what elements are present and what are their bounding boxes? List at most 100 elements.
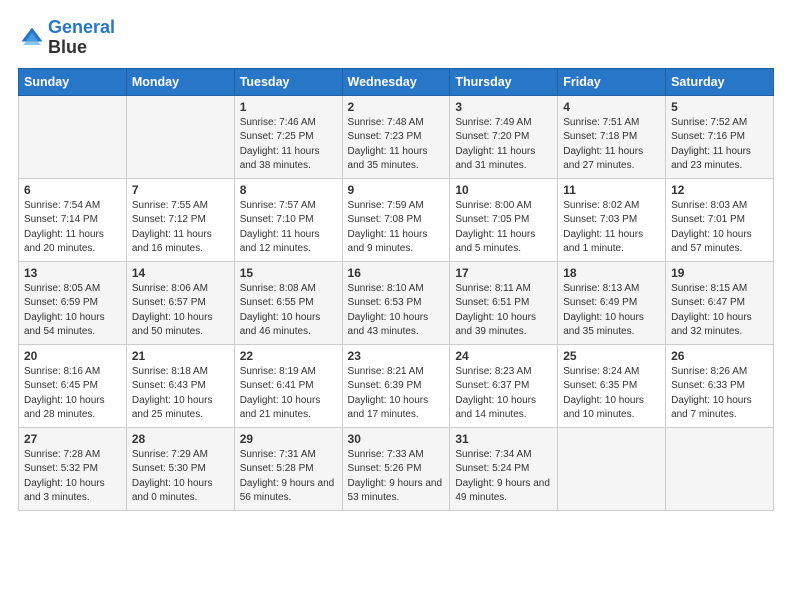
day-header-sunday: Sunday: [19, 68, 127, 95]
day-number: 5: [671, 100, 768, 114]
day-info: Sunrise: 8:16 AMSunset: 6:45 PMDaylight:…: [24, 365, 121, 423]
day-cell: 2Sunrise: 7:48 AMSunset: 7:23 PMDaylight…: [342, 95, 450, 178]
day-info: Sunrise: 8:02 AMSunset: 7:03 PMDaylight:…: [563, 199, 660, 257]
day-number: 12: [671, 183, 768, 197]
logo-blue: Blue: [48, 38, 115, 58]
day-number: 24: [455, 349, 552, 363]
day-cell: 11 Sunrise: 8:02 AMSunset: 7:03 PMDayligh…: [558, 178, 666, 261]
day-number: 19: [671, 266, 768, 280]
day-number: 17: [455, 266, 552, 280]
day-cell: [126, 95, 234, 178]
day-number: 2: [348, 100, 445, 114]
day-info: Sunrise: 8:18 AMSunset: 6:43 PMDaylight:…: [132, 365, 229, 423]
calendar-table: SundayMondayTuesdayWednesdayThursdayFrid…: [18, 68, 774, 511]
day-info: Sunrise: 8:06 AMSunset: 6:57 PMDaylight:…: [132, 282, 229, 340]
day-cell: 26 Sunrise: 8:26 AMSunset: 6:33 PMDayligh…: [666, 344, 774, 427]
day-number: 14: [132, 266, 229, 280]
week-row-2: 6 Sunrise: 7:54 AMSunset: 7:14 PMDaylight…: [19, 178, 774, 261]
logo-general: General: [48, 17, 115, 37]
day-cell: 13 Sunrise: 8:05 AMSunset: 6:59 PMDayligh…: [19, 261, 127, 344]
day-number: 4: [563, 100, 660, 114]
day-cell: 7 Sunrise: 7:55 AMSunset: 7:12 PMDaylight…: [126, 178, 234, 261]
day-info: Sunrise: 8:05 AMSunset: 6:59 PMDaylight:…: [24, 282, 121, 340]
day-cell: 23Sunrise: 8:21 AMSunset: 6:39 PMDayligh…: [342, 344, 450, 427]
day-number: 8: [240, 183, 337, 197]
header: General Blue: [18, 18, 774, 58]
day-info: Sunrise: 8:00 AMSunset: 7:05 PMDaylight:…: [455, 199, 552, 257]
day-info: Sunrise: 7:51 AMSunset: 7:18 PMDaylight:…: [563, 116, 660, 174]
day-number: 18: [563, 266, 660, 280]
day-cell: 14 Sunrise: 8:06 AMSunset: 6:57 PMDayligh…: [126, 261, 234, 344]
day-cell: 17 Sunrise: 8:11 AMSunset: 6:51 PMDayligh…: [450, 261, 558, 344]
day-info: Sunrise: 8:10 AMSunset: 6:53 PMDaylight:…: [348, 282, 445, 340]
day-cell: 8Sunrise: 7:57 AMSunset: 7:10 PMDaylight…: [234, 178, 342, 261]
day-number: 7: [132, 183, 229, 197]
day-info: Sunrise: 8:26 AMSunset: 6:33 PMDaylight:…: [671, 365, 768, 423]
day-number: 31: [455, 432, 552, 446]
day-info: Sunrise: 7:49 AMSunset: 7:20 PMDaylight:…: [455, 116, 552, 174]
day-info: Sunrise: 7:59 AMSunset: 7:08 PMDaylight:…: [348, 199, 445, 257]
day-info: Sunrise: 7:54 AMSunset: 7:14 PMDaylight:…: [24, 199, 121, 257]
day-info: Sunrise: 7:55 AMSunset: 7:12 PMDaylight:…: [132, 199, 229, 257]
day-number: 9: [348, 183, 445, 197]
day-number: 26: [671, 349, 768, 363]
day-info: Sunrise: 8:15 AMSunset: 6:47 PMDaylight:…: [671, 282, 768, 340]
day-number: 16: [348, 266, 445, 280]
day-cell: 19 Sunrise: 8:15 AMSunset: 6:47 PMDayligh…: [666, 261, 774, 344]
day-info: Sunrise: 8:08 AMSunset: 6:55 PMDaylight:…: [240, 282, 337, 340]
day-info: Sunrise: 8:03 AMSunset: 7:01 PMDaylight:…: [671, 199, 768, 257]
day-number: 13: [24, 266, 121, 280]
day-cell: 21Sunrise: 8:18 AMSunset: 6:43 PMDayligh…: [126, 344, 234, 427]
day-cell: 29Sunrise: 7:31 AMSunset: 5:28 PMDayligh…: [234, 427, 342, 510]
day-info: Sunrise: 8:24 AMSunset: 6:35 PMDaylight:…: [563, 365, 660, 423]
day-cell: 22Sunrise: 8:19 AMSunset: 6:41 PMDayligh…: [234, 344, 342, 427]
day-info: Sunrise: 7:33 AMSunset: 5:26 PMDaylight:…: [348, 448, 445, 506]
day-cell: 16 Sunrise: 8:10 AMSunset: 6:53 PMDayligh…: [342, 261, 450, 344]
logo-text: General Blue: [48, 18, 115, 58]
day-number: 22: [240, 349, 337, 363]
week-row-5: 27 Sunrise: 7:28 AMSunset: 5:32 PMDayligh…: [19, 427, 774, 510]
day-number: 27: [24, 432, 121, 446]
day-cell: 20 Sunrise: 8:16 AMSunset: 6:45 PMDayligh…: [19, 344, 127, 427]
day-header-friday: Friday: [558, 68, 666, 95]
day-cell: 31 Sunrise: 7:34 AMSunset: 5:24 PMDayligh…: [450, 427, 558, 510]
day-number: 20: [24, 349, 121, 363]
day-cell: 3 Sunrise: 7:49 AMSunset: 7:20 PMDaylight…: [450, 95, 558, 178]
day-number: 1: [240, 100, 337, 114]
day-number: 3: [455, 100, 552, 114]
day-cell: 10Sunrise: 8:00 AMSunset: 7:05 PMDayligh…: [450, 178, 558, 261]
day-cell: [558, 427, 666, 510]
day-number: 25: [563, 349, 660, 363]
week-row-4: 20 Sunrise: 8:16 AMSunset: 6:45 PMDayligh…: [19, 344, 774, 427]
day-number: 23: [348, 349, 445, 363]
day-cell: [666, 427, 774, 510]
header-row: SundayMondayTuesdayWednesdayThursdayFrid…: [19, 68, 774, 95]
day-cell: 1 Sunrise: 7:46 AMSunset: 7:25 PMDaylight…: [234, 95, 342, 178]
day-info: Sunrise: 7:52 AMSunset: 7:16 PMDaylight:…: [671, 116, 768, 174]
day-header-tuesday: Tuesday: [234, 68, 342, 95]
day-cell: 30 Sunrise: 7:33 AMSunset: 5:26 PMDayligh…: [342, 427, 450, 510]
day-number: 11: [563, 183, 660, 197]
day-cell: 24 Sunrise: 8:23 AMSunset: 6:37 PMDayligh…: [450, 344, 558, 427]
day-info: Sunrise: 7:29 AMSunset: 5:30 PMDaylight:…: [132, 448, 229, 506]
day-header-monday: Monday: [126, 68, 234, 95]
day-info: Sunrise: 7:46 AMSunset: 7:25 PMDaylight:…: [240, 116, 337, 174]
day-cell: 28Sunrise: 7:29 AMSunset: 5:30 PMDayligh…: [126, 427, 234, 510]
page: General Blue SundayMondayTuesdayWednesda…: [0, 0, 792, 529]
day-number: 6: [24, 183, 121, 197]
week-row-1: 1 Sunrise: 7:46 AMSunset: 7:25 PMDaylight…: [19, 95, 774, 178]
day-header-saturday: Saturday: [666, 68, 774, 95]
day-info: Sunrise: 8:23 AMSunset: 6:37 PMDaylight:…: [455, 365, 552, 423]
day-cell: [19, 95, 127, 178]
day-cell: 12 Sunrise: 8:03 AMSunset: 7:01 PMDayligh…: [666, 178, 774, 261]
day-cell: 25 Sunrise: 8:24 AMSunset: 6:35 PMDayligh…: [558, 344, 666, 427]
day-number: 30: [348, 432, 445, 446]
day-cell: 15Sunrise: 8:08 AMSunset: 6:55 PMDayligh…: [234, 261, 342, 344]
day-info: Sunrise: 7:34 AMSunset: 5:24 PMDaylight:…: [455, 448, 552, 506]
day-info: Sunrise: 7:31 AMSunset: 5:28 PMDaylight:…: [240, 448, 337, 506]
week-row-3: 13 Sunrise: 8:05 AMSunset: 6:59 PMDayligh…: [19, 261, 774, 344]
day-info: Sunrise: 7:28 AMSunset: 5:32 PMDaylight:…: [24, 448, 121, 506]
day-cell: 18Sunrise: 8:13 AMSunset: 6:49 PMDayligh…: [558, 261, 666, 344]
day-info: Sunrise: 8:11 AMSunset: 6:51 PMDaylight:…: [455, 282, 552, 340]
day-header-thursday: Thursday: [450, 68, 558, 95]
